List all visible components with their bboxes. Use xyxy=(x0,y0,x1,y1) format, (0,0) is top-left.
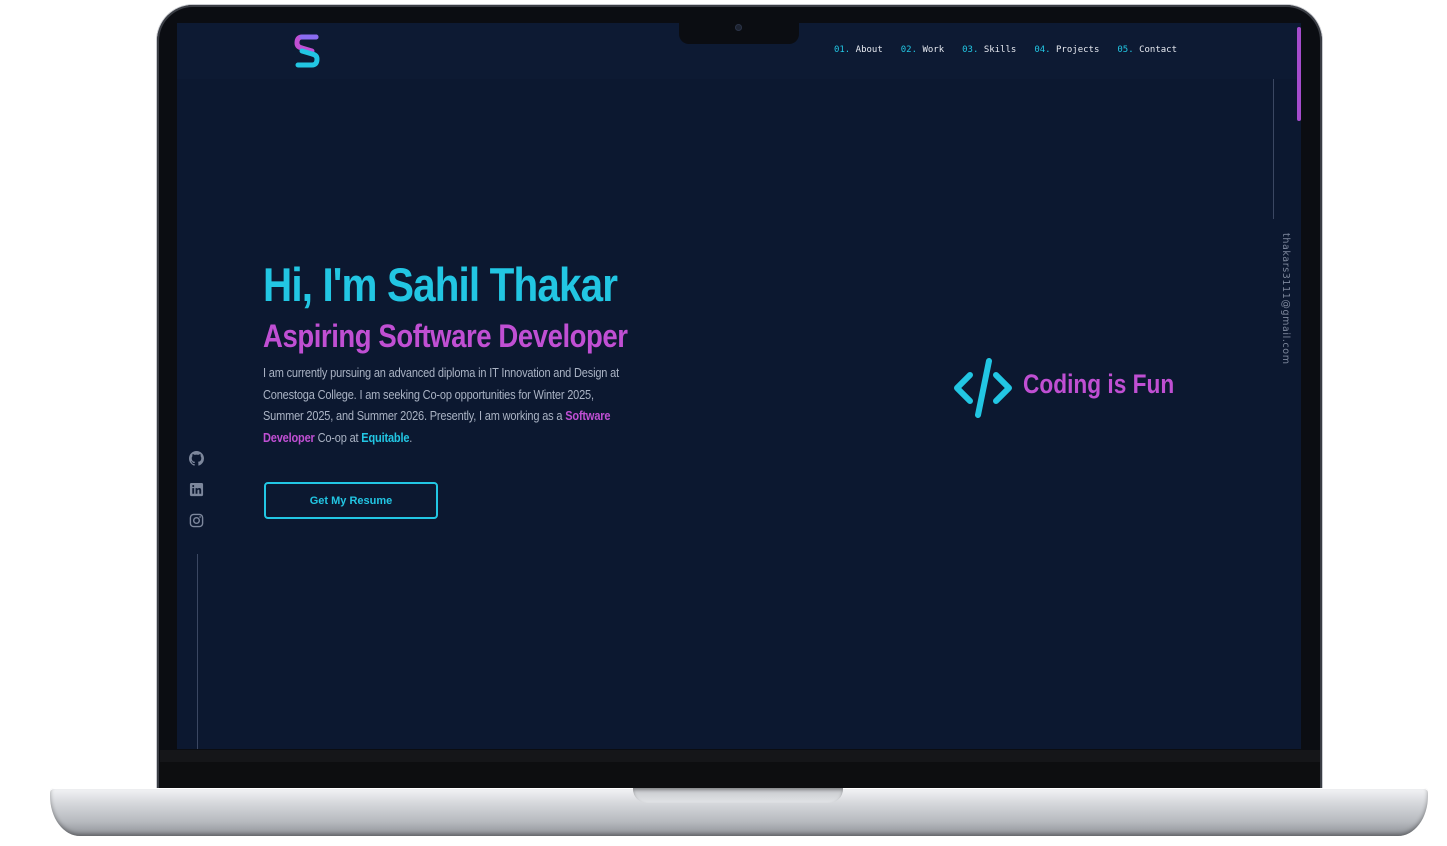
hero-title: Hi, I'm Sahil Thakar xyxy=(263,258,618,311)
nav-item-skills[interactable]: 03. Skills xyxy=(962,45,1016,55)
get-resume-button[interactable]: Get My Resume xyxy=(264,482,438,519)
camera-notch xyxy=(679,18,799,44)
email-link[interactable]: thakars3111@gmail.com xyxy=(1280,233,1291,365)
code-brackets-icon xyxy=(953,357,1013,419)
main-nav: 01. About 02. Work 03. Skills 04. Projec… xyxy=(834,45,1177,55)
nav-item-contact[interactable]: 05. Contact xyxy=(1117,45,1177,55)
email-divider-line xyxy=(1273,79,1274,219)
tagline-text: Coding is Fun xyxy=(1023,369,1175,399)
nav-item-about[interactable]: 01. About xyxy=(834,45,883,55)
hero-section: Hi, I'm Sahil Thakar Aspiring Software D… xyxy=(263,253,683,448)
laptop-hinge xyxy=(160,762,1320,788)
social-divider-line xyxy=(197,554,198,749)
github-icon[interactable] xyxy=(189,451,205,467)
hero-description: I am currently pursuing an advanced dipl… xyxy=(263,365,619,445)
hero-subtitle: Aspiring Software Developer xyxy=(263,318,628,354)
camera-icon xyxy=(735,24,742,31)
scrollbar[interactable] xyxy=(1297,27,1301,121)
instagram-icon[interactable] xyxy=(189,513,205,529)
laptop-screen: 01. About 02. Work 03. Skills 04. Projec… xyxy=(177,23,1301,749)
nav-item-projects[interactable]: 04. Projects xyxy=(1034,45,1099,55)
nav-item-work[interactable]: 02. Work xyxy=(901,45,944,55)
s-logo-icon[interactable] xyxy=(292,33,322,69)
laptop-base-notch xyxy=(633,788,843,803)
linkedin-icon[interactable] xyxy=(189,482,205,498)
company-highlight: Equitable xyxy=(361,429,410,445)
